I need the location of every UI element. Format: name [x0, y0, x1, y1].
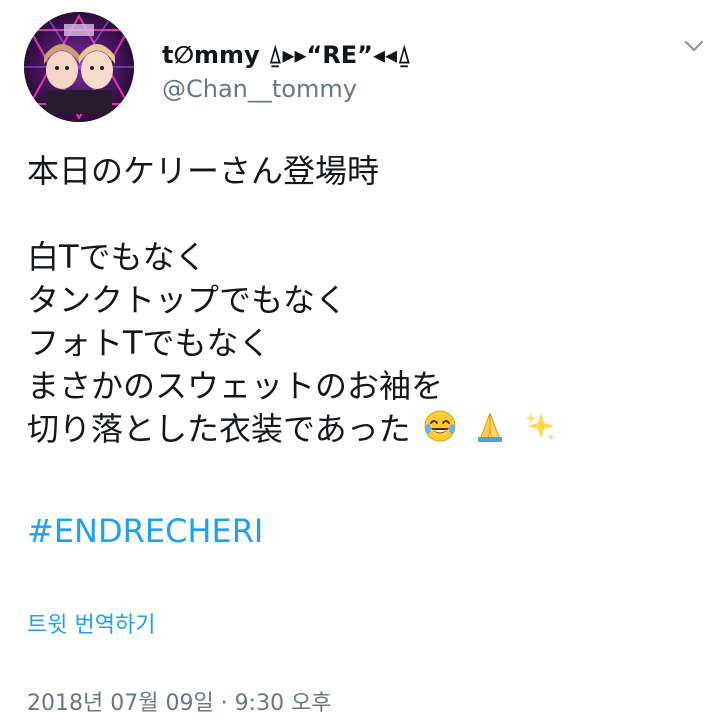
- user-avatar[interactable]: [24, 12, 134, 122]
- tweet-line: タンクトップでもなく: [27, 281, 348, 319]
- tweet-line: フォトTでもなく: [27, 324, 271, 362]
- emoji-group: [423, 408, 563, 454]
- tears-of-joy-emoji: [423, 409, 457, 454]
- tweet-line: まさかのスウェットのお袖を: [27, 367, 444, 405]
- tweet-line-last: 切り落とした衣装であった: [27, 408, 707, 451]
- tweet-line-text: 切り落とした衣装であった: [27, 410, 411, 448]
- translate-tweet-link[interactable]: 트윗 번역하기: [27, 612, 155, 640]
- chevron-down-icon[interactable]: [682, 34, 706, 58]
- folded-hands-emoji: [473, 409, 507, 454]
- avatar-image: [24, 12, 134, 122]
- tweet-text: 本日のケリーさん登場時 白Tでもなく タンクトップでもなく フォトTでもなく ま…: [27, 150, 707, 451]
- hashtag-link[interactable]: #ENDRECHERI: [27, 510, 263, 553]
- user-handle[interactable]: @Chan__tommy: [162, 74, 357, 104]
- tweet-line: 白Tでもなく: [27, 238, 207, 276]
- sparkles-emoji: [523, 409, 557, 454]
- tweet-timestamp: 2018년 07월 09일 · 9:30 오후: [27, 691, 332, 716]
- tweet-line: 本日のケリーさん登場時: [27, 152, 380, 190]
- display-name[interactable]: t∅mmy ⍙▸▸“RE”◂◂⍙: [162, 40, 411, 70]
